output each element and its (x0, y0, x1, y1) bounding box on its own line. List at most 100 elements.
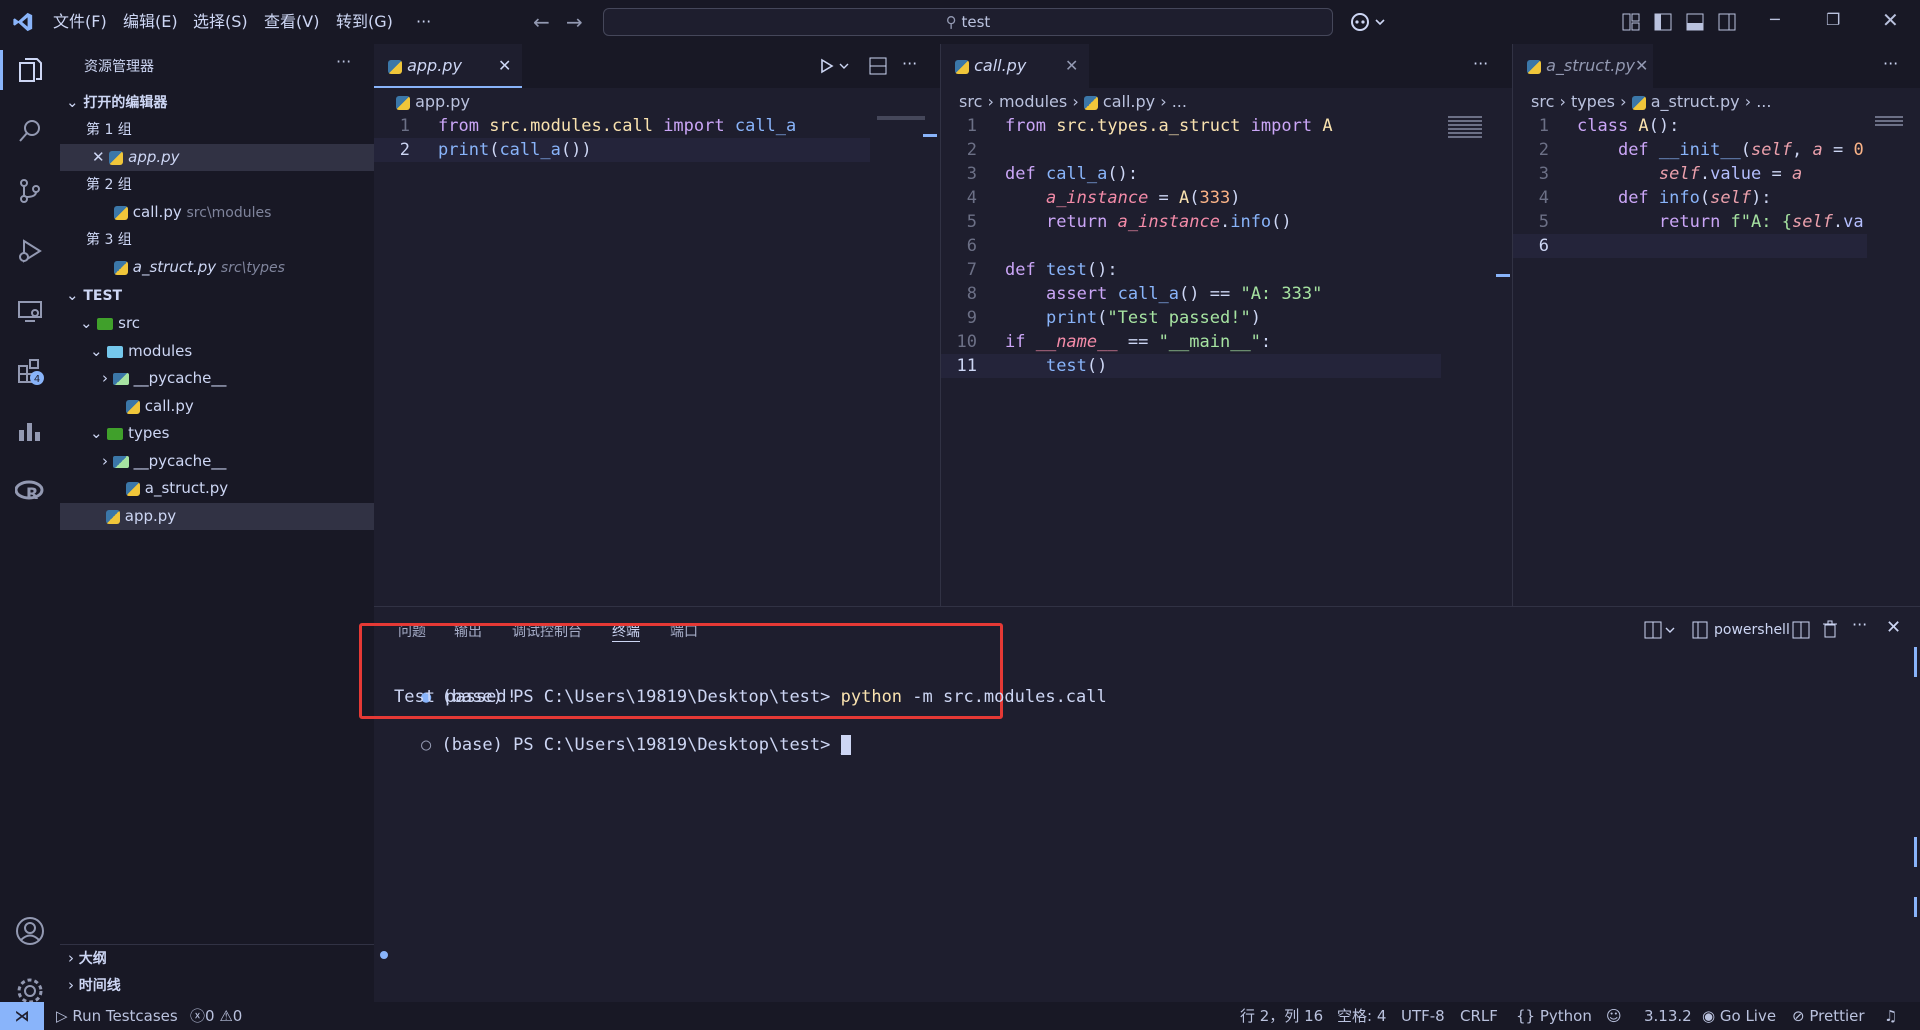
open-editor-a-struct-py[interactable]: a_struct.py src\types (60, 254, 374, 281)
editor-more-icon[interactable]: ··· (902, 54, 917, 73)
code-line[interactable]: 11 test() (941, 354, 1441, 378)
minimap-3[interactable] (1875, 116, 1903, 128)
open-editors-header[interactable]: ⌄ 打开的编辑器 (60, 89, 374, 116)
menu-view[interactable]: 查看(V) (264, 0, 319, 44)
tree-item-modules[interactable]: ⌄ modules (60, 338, 374, 365)
terminal-line-1[interactable]: ● (base) PS C:\Users\19819\Desktop\test>… (380, 661, 1107, 707)
breadcrumb-3[interactable]: src › types › a_struct.py › ... (1531, 88, 1771, 116)
tab-a-struct-py[interactable]: a_struct.py ✕ (1513, 44, 1653, 88)
remote-indicator-icon[interactable]: ⋊ (0, 1002, 44, 1030)
code-area-2[interactable]: 1 from src.types.a_struct import A 2 3 def c… (941, 114, 1441, 378)
menu-file[interactable]: 文件(F) (53, 0, 107, 44)
editor-more-icon[interactable]: ··· (1883, 54, 1898, 73)
command-center-search[interactable]: ⚲ test (603, 8, 1333, 36)
go-live-button[interactable]: ◉ Go Live (1702, 1002, 1776, 1030)
new-terminal-split-icon[interactable] (1644, 621, 1678, 639)
menu-go[interactable]: 转到(G) (336, 0, 393, 44)
close-tab-icon[interactable]: ✕ (1065, 44, 1078, 88)
code-line[interactable]: 7 def test(): (941, 258, 1441, 282)
notifications-bell-icon[interactable]: ♫ (1884, 1002, 1897, 1030)
tree-item-src[interactable]: ⌄ src (60, 310, 374, 337)
problems-indicator[interactable]: ⓧ0 ⚠0 (190, 1002, 242, 1030)
extensions-icon[interactable]: 4 (0, 346, 60, 396)
menu-more[interactable]: ··· (416, 0, 431, 44)
close-window-icon[interactable]: ✕ (1882, 8, 1899, 32)
close-panel-icon[interactable]: ✕ (1886, 617, 1901, 638)
forward-arrow-icon[interactable]: → (566, 10, 583, 34)
editor-more-icon[interactable]: ··· (1473, 54, 1488, 73)
python-version[interactable]: 3.13.2 (1644, 1002, 1692, 1030)
breadcrumb-2[interactable]: src › modules › call.py › ... (959, 88, 1187, 116)
code-line[interactable]: 1 from src.types.a_struct import A (941, 114, 1441, 138)
terminal-shell-name[interactable]: powershell (1714, 622, 1790, 638)
tab-app-py[interactable]: app.py ✕ (374, 44, 522, 88)
split-terminal-icon[interactable] (1792, 621, 1810, 639)
search-view-icon[interactable] (0, 106, 60, 156)
code-line[interactable]: 4 def info(self): (1513, 186, 1867, 210)
back-arrow-icon[interactable]: ← (533, 10, 550, 34)
prettier-status[interactable]: ⊘ Prettier (1792, 1002, 1865, 1030)
terminal-line-2[interactable]: Test passed! (394, 685, 517, 709)
r-language-icon[interactable]: R (0, 466, 60, 516)
copilot-icon[interactable] (1350, 12, 1386, 32)
remote-explorer-icon[interactable] (0, 286, 60, 336)
split-editor-icon[interactable] (869, 57, 887, 75)
toggle-secondary-sidebar-icon[interactable] (1718, 13, 1736, 31)
code-line[interactable]: 10 if __name__ == "__main__": (941, 330, 1441, 354)
terminal-line-3[interactable]: ○ (base) PS C:\Users\19819\Desktop\test>… (380, 709, 851, 755)
tree-item-a-struct-py[interactable]: a_struct.py (60, 475, 374, 502)
close-editor-icon[interactable]: ✕ (92, 148, 105, 166)
code-line[interactable]: 2 print(call_a()) (374, 138, 870, 162)
code-area-3[interactable]: 1 class A(): 2 def __init__(self, a = 03 s… (1513, 114, 1867, 258)
code-line[interactable]: 4 a_instance = A(333) (941, 186, 1441, 210)
run-python-icon[interactable] (820, 58, 850, 74)
toggle-sidebar-icon[interactable] (1654, 13, 1672, 31)
timeline-header[interactable]: › 时间线 (60, 972, 374, 999)
tree-item-pycache-1[interactable]: › __pycache__ (60, 365, 374, 392)
minimize-icon[interactable]: ─ (1770, 10, 1780, 29)
project-header[interactable]: ⌄ TEST (60, 282, 374, 309)
run-testcases-button[interactable]: ▷ Run Testcases (56, 1002, 178, 1030)
code-line[interactable]: 5 return f"A: {self.va (1513, 210, 1867, 234)
restore-icon[interactable]: ❐ (1826, 10, 1840, 29)
run-debug-icon[interactable] (0, 226, 60, 276)
customize-layout-icon[interactable] (1622, 13, 1640, 31)
code-line[interactable]: 1 class A(): (1513, 114, 1867, 138)
close-tab-icon[interactable]: ✕ (498, 44, 511, 88)
code-line[interactable]: 2 (941, 138, 1441, 162)
tree-item-call-py[interactable]: call.py (60, 393, 374, 420)
cursor-position[interactable]: 行 2，列 16 (1240, 1002, 1323, 1030)
close-tab-icon[interactable]: ✕ (1635, 44, 1648, 88)
menu-selection[interactable]: 选择(S) (193, 0, 248, 44)
terminal-scrollbar[interactable] (1904, 607, 1918, 1003)
sidebar-more-icon[interactable]: ··· (336, 52, 351, 71)
tree-item-types[interactable]: ⌄ types (60, 420, 374, 447)
indentation[interactable]: 空格: 4 (1337, 1002, 1386, 1030)
explorer-icon[interactable] (0, 46, 60, 96)
copilot-status-icon[interactable]: ☺ (1606, 1002, 1622, 1030)
code-area-1[interactable]: 1 from src.modules.call import call_a 2 pri… (374, 114, 870, 162)
language-mode[interactable]: {} Python (1516, 1002, 1592, 1030)
panel-more-icon[interactable]: ··· (1852, 615, 1867, 634)
outline-header[interactable]: › 大纲 (60, 944, 374, 972)
accounts-icon[interactable] (0, 906, 60, 956)
charts-icon[interactable] (0, 406, 60, 456)
code-line[interactable]: 6 (941, 234, 1441, 258)
toggle-panel-icon[interactable] (1686, 13, 1704, 31)
code-line[interactable]: 8 assert call_a() == "A: 333" (941, 282, 1441, 306)
minimap-1[interactable] (877, 116, 925, 120)
tree-item-pycache-2[interactable]: › __pycache__ (60, 448, 374, 475)
menu-edit[interactable]: 编辑(E) (123, 0, 178, 44)
code-line[interactable]: 3 self.value = a (1513, 162, 1867, 186)
code-line[interactable]: 5 return a_instance.info() (941, 210, 1441, 234)
line-endings[interactable]: CRLF (1460, 1002, 1498, 1030)
tab-call-py[interactable]: call.py ✕ (941, 44, 1089, 88)
tree-item-app-py[interactable]: app.py (60, 503, 374, 530)
source-control-icon[interactable] (0, 166, 60, 216)
code-line[interactable]: 6 (1513, 234, 1867, 258)
open-editor-app-py[interactable]: ✕ app.py (60, 144, 374, 171)
encoding[interactable]: UTF-8 (1401, 1002, 1445, 1030)
breadcrumb-1[interactable]: app.py (396, 88, 470, 116)
code-line[interactable]: 9 print("Test passed!") (941, 306, 1441, 330)
code-line[interactable]: 2 def __init__(self, a = 0 (1513, 138, 1867, 162)
